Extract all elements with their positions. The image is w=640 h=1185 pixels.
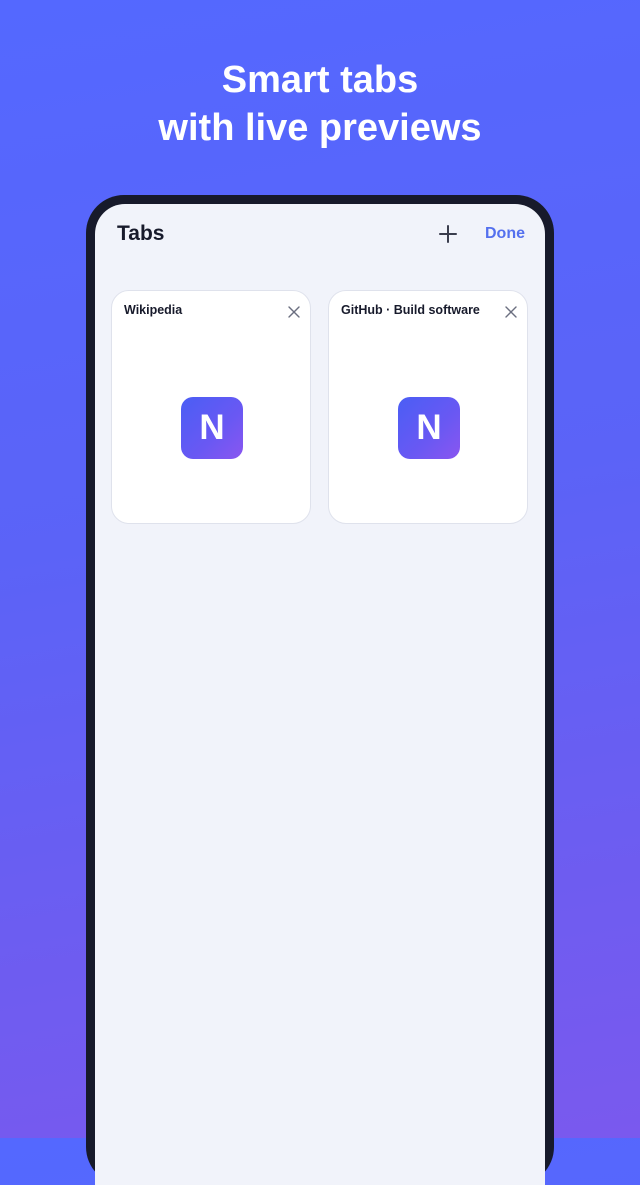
tab-preview-logo: N — [181, 397, 243, 459]
close-icon[interactable] — [505, 305, 517, 318]
tabs-screen: Tabs Done Wikipedia N GitHub · Build sof… — [95, 204, 545, 1185]
tab-preview-logo: N — [398, 397, 460, 459]
promo-headline: Smart tabs with live previews — [0, 56, 640, 152]
headline-line-1: Smart tabs — [221, 59, 419, 101]
tab-card[interactable]: GitHub · Build software N — [328, 290, 528, 524]
page-title: Tabs — [117, 222, 165, 245]
close-icon[interactable] — [288, 305, 300, 318]
tab-title: Wikipedia — [124, 303, 183, 317]
plus-icon[interactable] — [438, 224, 458, 244]
tab-title: GitHub · Build software — [341, 303, 480, 317]
headline-line-2: with live previews — [158, 107, 482, 149]
tab-card[interactable]: Wikipedia N — [111, 290, 311, 524]
done-button[interactable]: Done — [485, 225, 525, 243]
tabs-top-bar: Tabs Done — [95, 204, 545, 270]
phone-frame: Tabs Done Wikipedia N GitHub · Build sof… — [86, 195, 554, 1185]
